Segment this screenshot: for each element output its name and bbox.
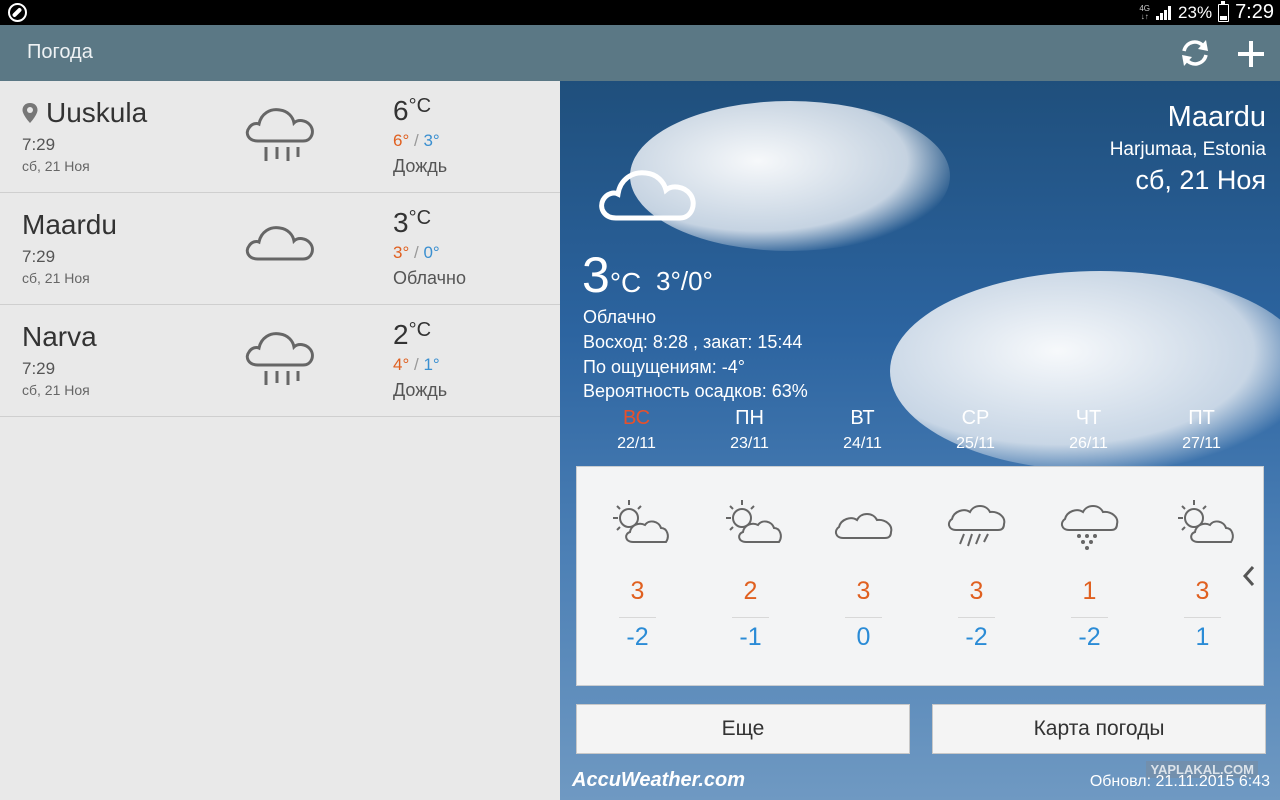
detail-temp: 3°C <box>582 247 642 303</box>
city-date: сб, 21 Ноя <box>22 382 90 398</box>
detail-condition: Облачно <box>583 307 656 327</box>
forecast-card[interactable]: 3 -2 2 -1 3 0 3 -2 1 -2 3 1 <box>576 466 1264 686</box>
forecast-day: ВС 22/11 <box>617 407 656 452</box>
forecast-low: -2 <box>1078 623 1101 651</box>
city-temp: 2°C <box>393 319 432 350</box>
refresh-icon[interactable] <box>1178 37 1212 69</box>
forecast-column[interactable]: 3 -2 <box>920 467 1033 687</box>
partly-sunny-icon <box>726 500 782 543</box>
location-pin-icon <box>22 103 38 123</box>
cloud-icon <box>834 513 893 539</box>
city-name: Uuskula <box>22 97 147 129</box>
forecast-day: ПТ 27/11 <box>1182 407 1221 452</box>
forecast-high: 2 <box>743 577 758 605</box>
forecast-high: 3 <box>969 577 984 605</box>
weather-map-button[interactable]: Карта погоды <box>932 704 1266 754</box>
detail-hilo: 3°/0° <box>656 266 713 296</box>
divider <box>1184 617 1221 618</box>
city-temp: 6°C <box>393 95 432 126</box>
forecast-day: ЧТ 26/11 <box>1069 407 1108 452</box>
cloud-icon <box>599 170 696 221</box>
forecast-low: 0 <box>856 623 871 651</box>
forecast-low: -1 <box>739 623 762 651</box>
city-date: сб, 21 Ноя <box>22 270 90 286</box>
city-hilo: 3° / 0° <box>393 243 440 262</box>
detail-city: Maardu <box>1167 101 1266 133</box>
city-time: 7:29 <box>22 247 56 266</box>
city-time: 7:29 <box>22 359 56 378</box>
divider <box>732 617 769 618</box>
detail-region: Harjumaa, Estonia <box>1109 139 1266 160</box>
accuweather-logo[interactable]: AccuWeather.com <box>572 769 745 792</box>
forecast-high: 1 <box>1082 577 1097 605</box>
city-name: Narva <box>22 321 97 352</box>
forecast-column[interactable]: 2 -1 <box>694 467 807 687</box>
cloud-icon <box>245 226 314 261</box>
network-type: 4G ↓↑ <box>1139 3 1151 21</box>
city-condition: Дождь <box>393 380 448 400</box>
app-bar: Погода <box>0 25 1280 81</box>
clock: 7:29 <box>1235 1 1274 23</box>
battery-percent: 23% <box>1178 2 1213 22</box>
rain-cloud-icon <box>947 505 1006 547</box>
forecast-low: -2 <box>626 623 649 651</box>
city-list: Uuskula 7:29 сб, 21 Ноя 6°C 6° / 3° Дожд… <box>0 81 560 800</box>
updated-time: Обновл: 21.11.2015 6:43 <box>1089 773 1270 790</box>
forecast-low: -2 <box>965 623 988 651</box>
feels-like: По ощущениям: -4° <box>583 357 745 377</box>
city-name: Maardu <box>22 209 117 240</box>
city-date: сб, 21 Ноя <box>22 158 90 174</box>
signal-icon <box>1156 5 1172 20</box>
add-city-icon[interactable] <box>1234 37 1268 71</box>
chevron-left-icon[interactable] <box>1242 565 1256 587</box>
detail-date: сб, 21 Ноя <box>1135 165 1266 195</box>
forecast-column[interactable]: 3 -2 <box>581 467 694 687</box>
forecast-day: ВТ 24/11 <box>843 407 882 452</box>
forecast-high: 3 <box>856 577 871 605</box>
forecast-day: ПН 23/11 <box>730 407 769 452</box>
forecast-day: СР 25/11 <box>956 407 995 452</box>
city-row-maardu[interactable]: Maardu 7:29 сб, 21 Ноя 3°C 3° / 0° Облач… <box>0 193 560 305</box>
city-condition: Облачно <box>393 268 466 288</box>
city-time: 7:29 <box>22 135 56 154</box>
app-title: Погода <box>27 41 93 63</box>
divider <box>619 617 656 618</box>
more-button[interactable]: Еще <box>576 704 910 754</box>
forecast-low: 1 <box>1195 623 1210 651</box>
city-hilo: 6° / 3° <box>393 131 440 150</box>
partly-sunny-icon <box>613 500 669 543</box>
compass-icon <box>8 3 27 22</box>
partly-sunny-icon <box>1178 500 1234 543</box>
forecast-column[interactable]: 1 -2 <box>1033 467 1146 687</box>
city-temp: 3°C <box>393 207 432 238</box>
forecast-days: ВС 22/11 ПН 23/11 ВТ 24/11 СР 25/11 ЧТ 26/11 … <box>580 407 1260 457</box>
city-hilo: 4° / 1° <box>393 355 440 374</box>
divider <box>845 617 882 618</box>
weather-detail-panel: Maardu Harjumaa, Estonia сб, 21 Ноя 3°C … <box>560 81 1280 800</box>
city-row-narva[interactable]: Narva 7:29 сб, 21 Ноя 2°C 4° / 1° Дождь <box>0 305 560 417</box>
snow-cloud-icon <box>1060 505 1119 550</box>
divider <box>1071 617 1108 618</box>
precip-chance: Вероятность осадков: 63% <box>583 381 808 401</box>
sunrise-sunset: Восход: 8:28 , закат: 15:44 <box>583 332 803 352</box>
city-condition: Дождь <box>393 156 448 176</box>
battery-icon <box>1218 0 1230 22</box>
status-bar: 4G ↓↑ 23% 7:29 <box>0 0 1280 25</box>
forecast-high: 3 <box>630 577 645 605</box>
divider <box>958 617 995 618</box>
rain-cloud-icon <box>245 332 314 385</box>
forecast-column[interactable]: 3 0 <box>807 467 920 687</box>
city-row-uuskula[interactable]: Uuskula 7:29 сб, 21 Ноя 6°C 6° / 3° Дожд… <box>0 81 560 193</box>
rain-cloud-icon <box>245 108 314 161</box>
